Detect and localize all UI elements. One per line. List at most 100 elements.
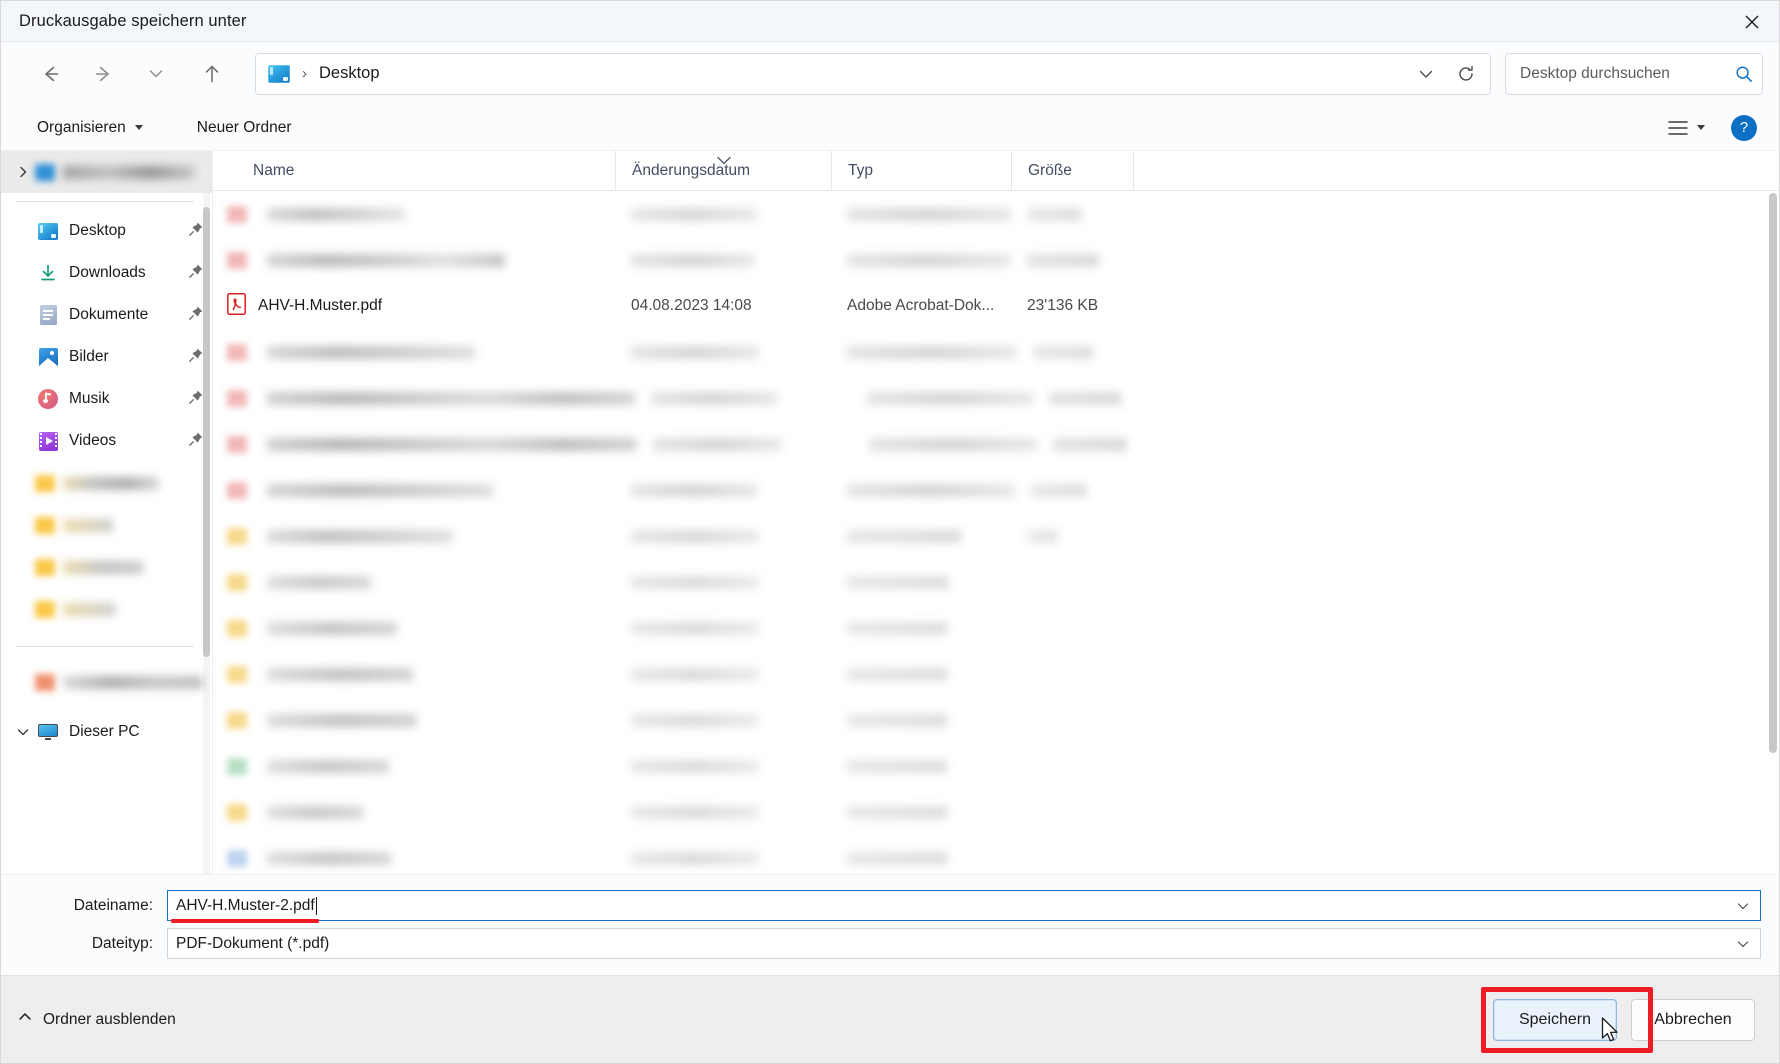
column-header-type[interactable]: Typ [831, 151, 1011, 190]
breadcrumb-separator: › [302, 65, 307, 82]
table-row[interactable] [213, 329, 1779, 375]
save-button[interactable]: Speichern [1493, 999, 1617, 1041]
filename-input[interactable]: AHV-H.Muster-2.pdf [167, 890, 1761, 921]
navigation-bar: › Desktop [1, 42, 1779, 105]
up-button[interactable] [191, 53, 233, 95]
sidebar-item-blurred[interactable] [1, 546, 212, 588]
list-scrollbar-thumb[interactable] [1769, 193, 1777, 753]
folder-icon [35, 674, 55, 691]
filetype-select[interactable]: PDF-Dokument (*.pdf) [167, 928, 1761, 959]
address-dropdown-button[interactable] [1406, 55, 1446, 93]
sidebar-item-blurred[interactable] [1, 661, 212, 703]
chevron-down-icon[interactable] [11, 725, 35, 739]
file-type [847, 668, 947, 681]
pin-icon[interactable] [188, 389, 204, 410]
videos-icon [35, 432, 61, 451]
organize-button[interactable]: Organisieren [27, 114, 153, 142]
table-row[interactable] [213, 467, 1779, 513]
file-type [847, 622, 947, 635]
sidebar-item-musik[interactable]: Musik [1, 378, 212, 420]
file-type [847, 346, 1017, 359]
cancel-button[interactable]: Abbrechen [1631, 999, 1755, 1041]
column-label: Name [253, 162, 294, 180]
help-button[interactable]: ? [1731, 115, 1757, 141]
table-row[interactable] [213, 835, 1779, 874]
file-icon [227, 252, 247, 269]
table-row[interactable] [213, 237, 1779, 283]
music-icon [35, 389, 61, 409]
table-row[interactable] [213, 513, 1779, 559]
sidebar-item-label [63, 676, 203, 689]
chevron-down-icon[interactable] [1736, 937, 1756, 951]
table-row[interactable] [213, 191, 1779, 237]
back-button[interactable] [29, 53, 71, 95]
recent-locations-button[interactable] [135, 53, 177, 95]
chevron-down-icon [1697, 125, 1705, 130]
sidebar-item-blurred[interactable] [1, 588, 212, 630]
pin-icon[interactable] [188, 347, 204, 368]
table-row[interactable] [213, 743, 1779, 789]
sidebar-item-blurred[interactable] [1, 462, 212, 504]
sidebar-item-bilder[interactable]: Bilder [1, 336, 212, 378]
address-bar[interactable]: › Desktop [255, 53, 1491, 95]
column-header-size[interactable]: Größe [1011, 151, 1133, 190]
pdf-icon [227, 293, 246, 320]
column-header-name[interactable]: Name [213, 151, 615, 190]
table-row[interactable] [213, 375, 1779, 421]
file-name [267, 254, 505, 267]
hide-folders-button[interactable]: Ordner ausblenden [17, 1009, 176, 1030]
sidebar-item-dokumente[interactable]: Dokumente [1, 294, 212, 336]
file-name: AHV-H.Muster.pdf [258, 297, 382, 315]
table-row[interactable] [213, 421, 1779, 467]
table-row[interactable] [213, 605, 1779, 651]
table-row[interactable] [213, 651, 1779, 697]
sidebar-item-downloads[interactable]: Downloads [1, 252, 212, 294]
file-size [1027, 254, 1099, 267]
sidebar-item-videos[interactable]: Videos [1, 420, 212, 462]
close-icon [1743, 13, 1761, 31]
sidebar-item-blurred[interactable] [1, 504, 212, 546]
sidebar-item-dieser-pc[interactable]: Dieser PC [1, 711, 212, 753]
file-date [631, 852, 759, 865]
column-header-date[interactable]: Änderungsdatum [615, 151, 831, 190]
chevron-down-icon[interactable] [1736, 899, 1756, 913]
file-size [1031, 484, 1087, 497]
table-row[interactable] [213, 789, 1779, 835]
sidebar-item-desktop[interactable]: Desktop [1, 210, 212, 252]
search-input[interactable] [1520, 65, 1734, 83]
refresh-button[interactable] [1446, 55, 1486, 93]
column-label: Typ [848, 162, 873, 180]
search-box[interactable] [1505, 53, 1763, 95]
file-date [631, 806, 759, 819]
file-date: 04.08.2023 14:08 [631, 297, 752, 315]
pictures-icon [35, 348, 61, 367]
close-button[interactable] [1725, 1, 1779, 42]
pin-icon[interactable] [188, 221, 204, 242]
file-type [847, 852, 947, 865]
search-icon[interactable] [1734, 64, 1754, 84]
sidebar-item-quickaccess[interactable] [1, 151, 212, 193]
breadcrumb: › Desktop [268, 64, 380, 83]
new-folder-button[interactable]: Neuer Ordner [187, 114, 302, 142]
sidebar-item-label: Dokumente [69, 306, 148, 324]
breadcrumb-current[interactable]: Desktop [319, 64, 380, 83]
chevron-up-icon [17, 1009, 33, 1030]
file-date [631, 208, 757, 221]
forward-button[interactable] [83, 53, 125, 95]
chevron-right-icon[interactable] [11, 165, 35, 179]
file-name [267, 714, 417, 727]
file-size [1049, 392, 1121, 405]
table-row[interactable]: AHV-H.Muster.pdf 04.08.2023 14:08 Adobe … [213, 283, 1779, 329]
dialog-footer: Ordner ausblenden Speichern Abbrechen [1, 975, 1779, 1063]
sidebar-item-label [63, 561, 143, 574]
sidebar-item-label: Musik [69, 390, 109, 408]
column-headers: Name Änderungsdatum Typ Größe [213, 151, 1779, 191]
table-row[interactable] [213, 559, 1779, 605]
view-options-button[interactable] [1660, 114, 1713, 142]
table-row[interactable] [213, 697, 1779, 743]
file-name [267, 852, 391, 865]
file-type [847, 576, 949, 589]
pin-icon[interactable] [188, 263, 204, 284]
pin-icon[interactable] [188, 431, 204, 452]
pin-icon[interactable] [188, 305, 204, 326]
